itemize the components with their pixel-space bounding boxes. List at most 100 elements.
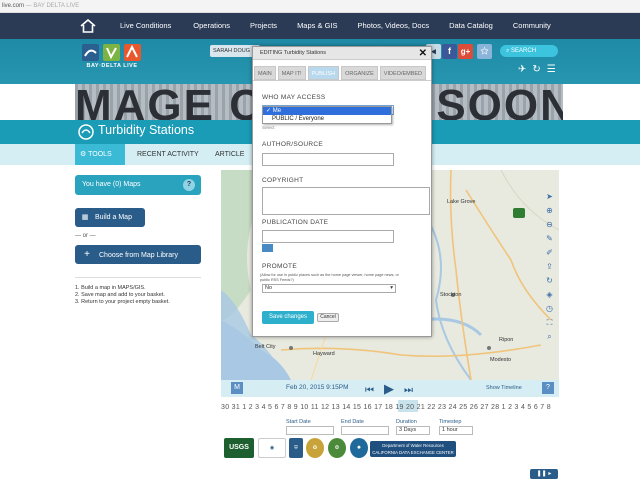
copyright-label: COPYRIGHT [262,177,304,184]
timeline-controls: ⏮▶⏭ [365,381,423,397]
nav-operations[interactable]: Operations [185,13,238,39]
choose-library-label: Choose from Map Library [99,252,178,259]
promote-select[interactable]: No ▾ [262,284,396,293]
map-label: Stockton [440,292,462,298]
url-suffix: — BAY DELTA LIVE [24,3,80,9]
map-label: Modesto [490,357,512,363]
nav-photos-videos-docs[interactable]: Photos, Videos, Docs [350,13,438,39]
nav-live-conditions[interactable]: Live Conditions [112,13,179,39]
skip-forward-icon[interactable]: ⏭ [404,385,423,396]
pointer-icon[interactable]: ➤ [541,190,558,204]
build-map-button[interactable]: ▦ Build a Map [75,208,145,227]
access-option-me[interactable]: ✓ Me [263,107,391,115]
bookmark-icon[interactable]: ✩ [477,44,492,59]
layers-icon[interactable]: ◈ [541,288,558,302]
timeline-date: Feb 20, 2015 9:15PM [286,384,349,391]
tab-article[interactable]: ARTICLE [215,144,244,165]
header-tools: ✈↻☰ [518,64,562,75]
seal-logo[interactable]: ❂ [328,438,346,458]
tab-organize[interactable]: ORGANIZE [341,66,378,80]
help-icon[interactable]: ? [183,179,195,191]
timeline-days[interactable]: 30 31 1 2 3 4 5 6 7 8 9 10 11 12 13 14 1… [221,404,559,411]
tab-tools[interactable]: ⚙ TOOLS [75,144,125,165]
top-navigation: Live Conditions Operations Projects Maps… [0,13,640,39]
upload-icon[interactable]: ⇪ [541,260,558,274]
nav-data-catalog[interactable]: Data Catalog [441,13,501,39]
skip-back-icon[interactable]: ⏮ [365,385,384,396]
map-toolbar: ➤ ⊕ ⊖ ✎ ✐ ⇪ ↻ ◈ ◷ ⛶ ⌕ [541,190,558,350]
tab-map-it[interactable]: MAP IT! [277,66,306,80]
bay-delta-live-logo[interactable] [80,43,144,77]
nav-community[interactable]: Community [505,13,559,39]
copyright-textarea[interactable] [262,187,430,215]
tab-recent-activity[interactable]: RECENT ACTIVITY [137,144,199,165]
instruction-line: 2. Save map and add to your basket. [75,292,165,298]
play-icon[interactable]: ▶ [384,381,404,396]
usgs-logo[interactable]: USGS [224,438,254,458]
map-label: Belt City [255,344,276,350]
nav-projects[interactable]: Projects [242,13,285,39]
pubdate-input[interactable] [262,230,394,243]
fullscreen-icon[interactable]: ⛶ [541,316,558,330]
show-timeline-link[interactable]: Show Timeline [486,385,522,391]
author-label: AUTHOR/SOURCE [262,141,323,148]
plane-icon[interactable]: ✈ [518,64,532,75]
browser-url-bar[interactable]: live.com — BAY DELTA LIVE [0,0,640,13]
duration-select[interactable]: 3 Days [396,426,430,435]
cancel-button[interactable]: Cancel [317,313,339,322]
search-button[interactable]: ⌕ SEARCH [500,45,558,57]
start-date-field[interactable] [286,426,334,435]
who-may-access-label: WHO MAY ACCESS [262,94,326,101]
save-changes-button[interactable]: Save changes [262,311,314,324]
seal-logo[interactable]: ✹ [350,438,368,458]
tab-publish[interactable]: PUBLISH [307,66,340,80]
menu-icon[interactable]: ☰ [547,64,562,75]
rotate-icon[interactable]: ↻ [541,274,558,288]
end-date-field[interactable] [341,426,389,435]
timestep-select[interactable]: 1 hour [439,426,473,435]
clock-icon[interactable]: ◷ [541,302,558,316]
google-plus-icon[interactable]: g+ [458,44,473,59]
shield-logo[interactable]: ⛨ [289,438,303,458]
home-icon[interactable] [78,16,98,36]
promote-label: PROMOTE [262,263,297,270]
start-date-label: Start Date [286,419,311,425]
search-map-icon[interactable]: ⌕ [541,330,558,344]
dialog-title: EDITING Turbidity Stations [260,50,327,56]
agency-logo[interactable]: ◉ [258,438,286,458]
cdec-logo[interactable]: Department of Water Resources CALIFORNIA… [370,441,456,457]
choose-map-library-button[interactable]: + Choose from Map Library [75,245,201,264]
play-pause-button[interactable]: ❚❚ ▸ [530,469,558,479]
draw-icon[interactable]: ✎ [541,232,558,246]
dialog-tabs: MAIN MAP IT! PUBLISH ORGANIZE VIDEO/EMBE… [253,66,426,80]
access-option-public[interactable]: PUBLIC / Everyone [263,115,391,123]
author-input[interactable] [262,153,394,166]
close-icon[interactable]: ✕ [419,47,427,60]
tab-video-embed[interactable]: VIDEO/EMBED [379,66,426,80]
url-text: live.com [2,3,25,9]
calendar-icon[interactable] [262,244,273,252]
film-icon: ▦ [81,214,89,221]
nav-maps-gis[interactable]: Maps & GIS [289,13,345,39]
zoom-in-icon[interactable]: ⊕ [541,204,558,218]
or-separator: — or — [75,233,96,239]
plus-icon: + [84,249,90,260]
map-label: Ripon [499,337,514,343]
gear-icon: ⚙ [80,151,87,158]
zoom-out-icon[interactable]: ⊖ [541,218,558,232]
access-dropdown: ✓ Me PUBLIC / Everyone [262,106,392,124]
chevron-down-icon: ▾ [390,285,393,291]
end-date-label: End Date [341,419,364,425]
tab-main[interactable]: MAIN [254,66,276,80]
promote-description: (Allow for use in public places such as … [260,273,399,282]
search-icon: ⌕ [506,48,510,54]
build-map-label: Build a Map [95,214,132,221]
page-title: Turbidity Stations [98,123,195,137]
nav-menu: Live Conditions Operations Projects Maps… [110,13,559,39]
timeline-m-button[interactable]: M [231,382,243,394]
measure-icon[interactable]: ✐ [541,246,558,260]
facebook-icon[interactable]: f [442,44,457,59]
seal-logo[interactable]: ✪ [306,438,324,458]
timeline-help-button[interactable]: ? [542,382,554,394]
refresh-icon[interactable]: ↻ [532,64,546,75]
